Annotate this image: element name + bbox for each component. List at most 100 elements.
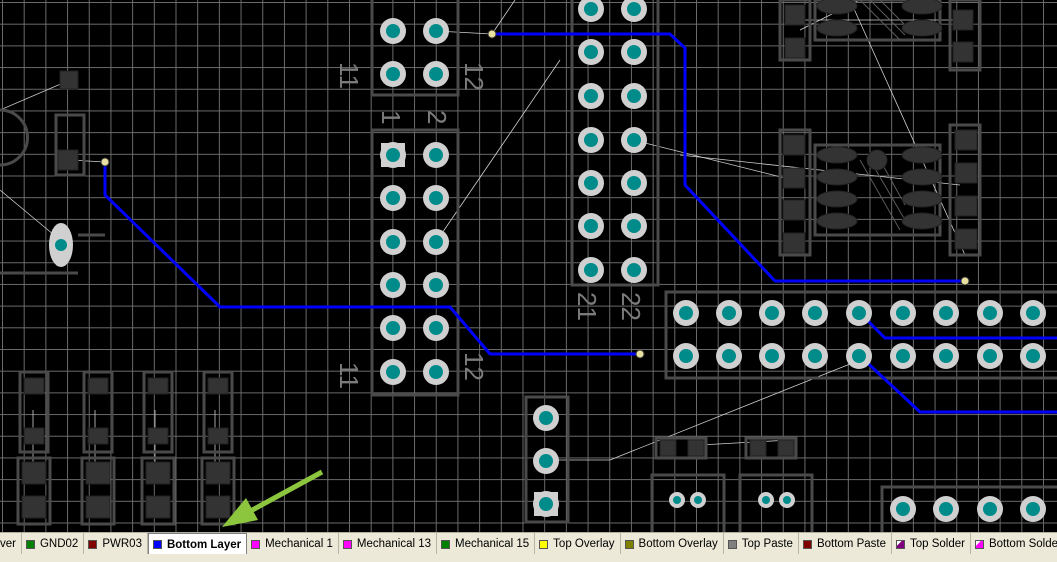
pad-hole — [939, 502, 953, 516]
layer-color-swatch — [251, 539, 261, 549]
pad-hole — [983, 502, 997, 516]
layer-tab-label: Top Solder — [909, 538, 965, 550]
pad-hole — [627, 89, 641, 103]
pad-hole — [808, 306, 822, 320]
layer-tab-bottom-solder[interactable]: Bottom Solder — [971, 533, 1057, 555]
layer-tab-gnd02[interactable]: GND02 — [22, 533, 85, 555]
pad-hole — [386, 365, 400, 379]
pad-hole — [939, 349, 953, 363]
silk-label-h1-11: 11 — [334, 62, 364, 89]
layer-tab-label: Top Paste — [741, 538, 793, 550]
layer-color-swatch — [152, 540, 162, 549]
pad-hole — [1026, 349, 1040, 363]
left-edge-outline — [0, 108, 29, 167]
layer-tab-bottom-layer[interactable]: Bottom Layer — [147, 533, 248, 555]
pad-hole — [694, 496, 702, 504]
pad-hole — [1026, 306, 1040, 320]
pad-hole — [539, 454, 553, 468]
layer-tab-mechanical-15[interactable]: Mechanical 15 — [437, 533, 536, 555]
pad-hole — [808, 349, 822, 363]
pad-hole — [762, 496, 770, 504]
pad-hole — [896, 349, 910, 363]
layer-tab-label: Bottom Solder — [988, 538, 1057, 550]
layer-color-swatch — [342, 539, 352, 549]
layer-tab-label: PWR03 — [102, 538, 142, 550]
layer-tab-bottom-paste[interactable]: Bottom Paste — [799, 533, 892, 555]
pad-hole — [429, 148, 443, 162]
layer-tab-label: Mechanical 13 — [356, 538, 432, 550]
silk-label-h2-11: 11 — [334, 362, 364, 389]
pad-hole — [429, 235, 443, 249]
pad-hole — [429, 67, 443, 81]
pad-hole — [584, 2, 598, 16]
pad-hole — [627, 45, 641, 59]
layer-color-swatch — [441, 539, 451, 549]
pad-hole — [765, 349, 779, 363]
pad-hole — [386, 24, 400, 38]
pad-hole — [1026, 502, 1040, 516]
layer-tab-label: GND02 — [39, 538, 79, 550]
pad-hole — [429, 321, 443, 335]
silk-label-h2-1: 1 — [376, 110, 406, 124]
smd-pads[interactable] — [21, 0, 978, 519]
silk-label-h3-21: 21 — [572, 292, 602, 321]
pad-hole — [584, 176, 598, 190]
pad-hole — [722, 349, 736, 363]
silk-label-h2-2: 2 — [422, 110, 452, 124]
layer-color-swatch — [624, 539, 634, 549]
pad-hole — [386, 235, 400, 249]
pad-hole — [852, 306, 866, 320]
layer-tab-label: ver — [0, 538, 16, 550]
pad-hole — [627, 263, 641, 277]
layer-tab-bottom-overlay[interactable]: Bottom Overlay — [621, 533, 724, 555]
pad-hole — [627, 133, 641, 147]
layer-tab-label: Mechanical 1 — [265, 538, 333, 550]
layer-color-swatch — [895, 539, 905, 549]
pad-hole — [429, 24, 443, 38]
layer-tab-label: Top Overlay — [553, 538, 615, 550]
pad-hole — [679, 349, 693, 363]
silk-label-h1-12: 12 — [459, 62, 489, 91]
pad-hole — [939, 306, 953, 320]
pad-hole — [386, 191, 400, 205]
pad-hole — [722, 306, 736, 320]
layer-color-swatch — [974, 539, 984, 549]
layer-tab-top-paste[interactable]: Top Paste — [724, 533, 799, 555]
pad-hole — [673, 496, 681, 504]
layer-color-swatch — [539, 539, 549, 549]
layer-tab-mechanical-1[interactable]: Mechanical 1 — [247, 533, 339, 555]
layer-color-swatch — [88, 539, 98, 549]
pad-hole — [429, 278, 443, 292]
pad-hole — [429, 365, 443, 379]
status-strip — [0, 554, 1057, 562]
annotation-arrow — [222, 469, 324, 527]
pad-hole — [627, 176, 641, 190]
pad-hole — [584, 263, 598, 277]
pad-hole — [386, 278, 400, 292]
layer-tab-top-solder[interactable]: Top Solder — [892, 533, 971, 555]
pad-hole — [584, 45, 598, 59]
layer-color-swatch — [727, 539, 737, 549]
layer-tab-pwr03[interactable]: PWR03 — [84, 533, 148, 555]
pad-hole — [584, 219, 598, 233]
layer-tab-top-overlay[interactable]: Top Overlay — [535, 533, 621, 555]
pad-hole — [983, 306, 997, 320]
layer-tab-ver[interactable]: ver — [0, 533, 22, 555]
component-outlines — [0, 0, 1057, 532]
pad-hole — [783, 496, 791, 504]
layer-tab-label: Bottom Paste — [816, 538, 886, 550]
layer-tab-mechanical-13[interactable]: Mechanical 13 — [339, 533, 438, 555]
silk-label-h2-12: 12 — [459, 352, 489, 381]
pad-hole — [584, 89, 598, 103]
layer-tab-label: Bottom Layer — [166, 538, 242, 551]
layer-tab-label: Bottom Overlay — [638, 538, 718, 550]
pad-hole — [386, 148, 400, 162]
pad-hole — [983, 349, 997, 363]
oval-pad[interactable] — [49, 223, 73, 267]
pad-hole — [627, 2, 641, 16]
pcb-canvas[interactable]: 11 12 1 2 11 12 21 22 — [0, 0, 1057, 532]
pad-hole — [852, 349, 866, 363]
hatched-ic-regions — [859, 0, 906, 231]
silk-label-h3-22: 22 — [616, 292, 646, 321]
layer-tab-bar: ver GND02 PWR03 Bottom Layer Mechanical 1 Mec… — [0, 532, 1057, 555]
